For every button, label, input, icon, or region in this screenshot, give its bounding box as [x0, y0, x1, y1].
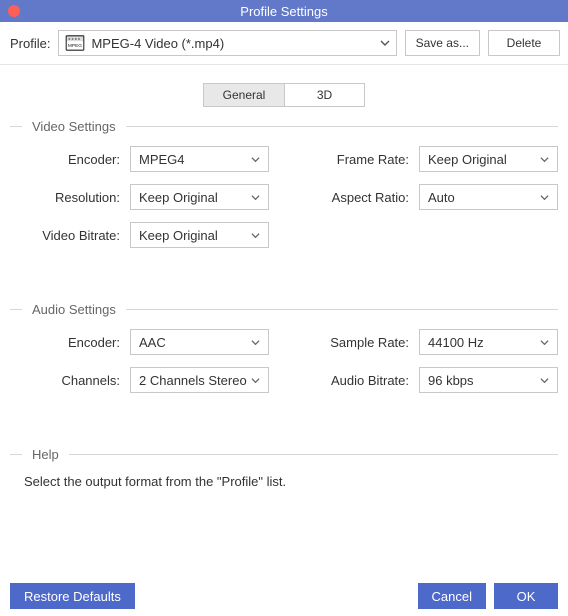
chevron-down-icon — [251, 338, 260, 347]
window-controls — [8, 5, 58, 17]
video-settings-group: Video Settings Encoder: MPEG4 Frame Rate… — [10, 119, 558, 260]
audio-bitrate-label: Audio Bitrate: — [299, 373, 409, 388]
aspect-ratio-select[interactable]: Auto — [419, 184, 558, 210]
channels-label: Channels: — [10, 373, 120, 388]
frame-rate-value: Keep Original — [428, 152, 507, 167]
footer: Restore Defaults Cancel OK — [0, 576, 568, 616]
tab-general[interactable]: General — [204, 84, 284, 106]
sample-rate-select[interactable]: 44100 Hz — [419, 329, 558, 355]
profile-select[interactable]: MPEG MPEG-4 Video (*.mp4) — [58, 30, 396, 56]
minimize-icon — [27, 5, 39, 17]
chevron-down-icon — [540, 155, 549, 164]
chevron-down-icon — [251, 155, 260, 164]
profile-bar: Profile: MPEG MPEG-4 Video (*.mp4) Save … — [0, 22, 568, 65]
video-bitrate-label: Video Bitrate: — [10, 228, 120, 243]
chevron-down-icon — [251, 193, 260, 202]
chevron-down-icon — [540, 193, 549, 202]
resolution-value: Keep Original — [139, 190, 218, 205]
frame-rate-select[interactable]: Keep Original — [419, 146, 558, 172]
video-encoder-label: Encoder: — [10, 152, 120, 167]
video-encoder-select[interactable]: MPEG4 — [130, 146, 269, 172]
resolution-select[interactable]: Keep Original — [130, 184, 269, 210]
svg-text:MPEG: MPEG — [68, 43, 82, 49]
audio-encoder-value: AAC — [139, 335, 166, 350]
frame-rate-label: Frame Rate: — [299, 152, 409, 167]
video-encoder-value: MPEG4 — [139, 152, 185, 167]
profile-label: Profile: — [10, 36, 50, 51]
help-text: Select the output format from the "Profi… — [24, 474, 544, 489]
audio-encoder-label: Encoder: — [10, 335, 120, 350]
window-title: Profile Settings — [240, 4, 327, 19]
sample-rate-value: 44100 Hz — [428, 335, 484, 350]
restore-defaults-button[interactable]: Restore Defaults — [10, 583, 135, 609]
sample-rate-label: Sample Rate: — [299, 335, 409, 350]
help-title: Help — [32, 447, 59, 462]
help-group: Help Select the output format from the "… — [10, 447, 558, 489]
chevron-down-icon — [251, 231, 260, 240]
mpeg-icon: MPEG — [65, 35, 85, 51]
video-bitrate-select[interactable]: Keep Original — [130, 222, 269, 248]
chevron-down-icon — [540, 376, 549, 385]
audio-settings-group: Audio Settings Encoder: AAC Sample Rate:… — [10, 302, 558, 405]
video-settings-title: Video Settings — [32, 119, 116, 134]
aspect-ratio-label: Aspect Ratio: — [299, 190, 409, 205]
titlebar: Profile Settings — [0, 0, 568, 22]
audio-encoder-select[interactable]: AAC — [130, 329, 269, 355]
audio-bitrate-select[interactable]: 96 kbps — [419, 367, 558, 393]
tabs: General 3D — [0, 83, 568, 107]
chevron-down-icon — [380, 38, 390, 48]
chevron-down-icon — [251, 376, 260, 385]
audio-settings-title: Audio Settings — [32, 302, 116, 317]
save-as-button[interactable]: Save as... — [405, 30, 480, 56]
channels-value: 2 Channels Stereo — [139, 373, 247, 388]
ok-button[interactable]: OK — [494, 583, 558, 609]
audio-bitrate-value: 96 kbps — [428, 373, 474, 388]
chevron-down-icon — [540, 338, 549, 347]
tab-3d[interactable]: 3D — [284, 84, 364, 106]
video-bitrate-value: Keep Original — [139, 228, 218, 243]
zoom-icon — [46, 5, 58, 17]
channels-select[interactable]: 2 Channels Stereo — [130, 367, 269, 393]
cancel-button[interactable]: Cancel — [418, 583, 486, 609]
delete-button[interactable]: Delete — [488, 30, 560, 56]
profile-selected-value: MPEG-4 Video (*.mp4) — [91, 36, 373, 51]
resolution-label: Resolution: — [10, 190, 120, 205]
close-icon[interactable] — [8, 5, 20, 17]
aspect-ratio-value: Auto — [428, 190, 455, 205]
tab-segmented: General 3D — [203, 83, 365, 107]
